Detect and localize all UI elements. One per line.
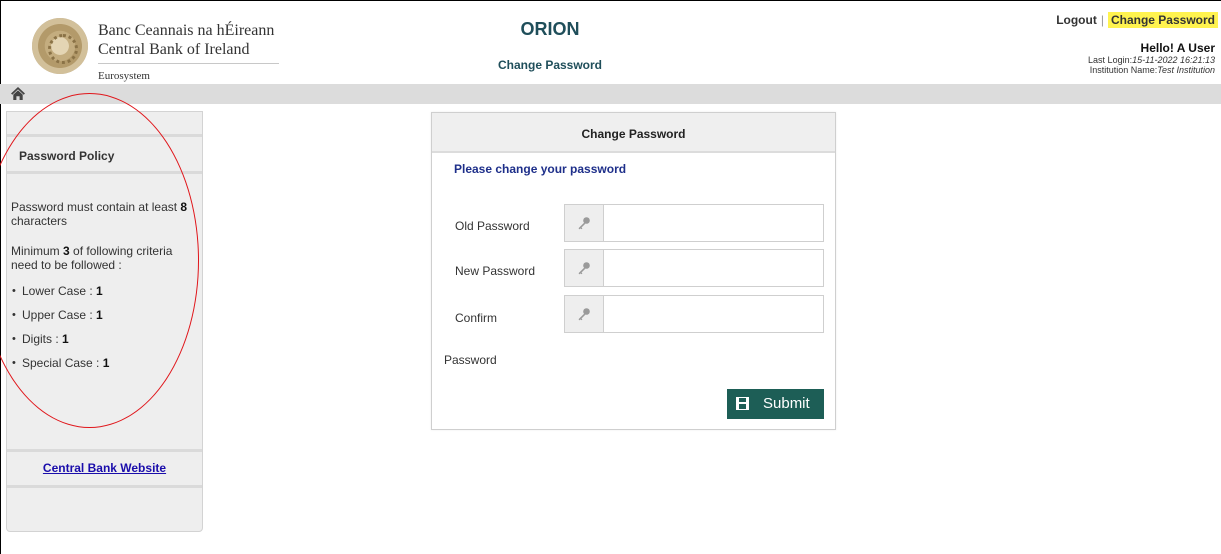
brand-name-english: Central Bank of Ireland: [98, 41, 250, 58]
user-links: Logout | Change Password: [1056, 12, 1218, 28]
key-icon-addon: [565, 250, 604, 286]
breadcrumb-bar: [0, 84, 1221, 104]
institution-label: Institution Name:: [1089, 65, 1158, 75]
criteria-prefix: Minimum: [11, 244, 64, 258]
password-policy-title: Password Policy: [19, 149, 115, 163]
criteria-label: Upper Case :: [22, 308, 97, 322]
submit-button[interactable]: Submit: [727, 389, 824, 419]
old-password-field: [564, 204, 824, 242]
new-password-field: [564, 249, 824, 287]
min-length-prefix: Password must contain at least: [11, 200, 181, 214]
sidebar-divider: [7, 449, 202, 452]
min-length-value: 8: [180, 200, 188, 214]
instruction-text: Please change your password: [454, 162, 627, 176]
app-title: ORION: [520, 19, 580, 39]
key-icon: [578, 217, 590, 230]
institution-value: Test Institution: [1157, 65, 1215, 75]
logout-link[interactable]: Logout: [1056, 13, 1097, 27]
sidebar-divider: [7, 485, 202, 488]
list-item: Digits : 1: [11, 332, 201, 356]
criteria-rule: Minimum 3 of following criteria need to …: [11, 244, 201, 272]
list-item: Special Case : 1: [11, 356, 201, 380]
confirm-password-field: [564, 295, 824, 333]
min-length-rule: Password must contain at least 8 charact…: [11, 200, 201, 228]
header: Banc Ceannais na hÉireann Central Bank o…: [0, 0, 1221, 84]
criteria-count: 1: [96, 308, 103, 322]
list-item: Upper Case : 1: [11, 308, 201, 332]
key-icon: [578, 308, 590, 321]
last-login-value: 15-11-2022 16:21:13: [1132, 55, 1215, 65]
change-password-panel: Change Password Please change your passw…: [431, 112, 836, 430]
criteria-count: 1: [62, 332, 69, 346]
confirm-password-label: Confirm: [455, 311, 498, 325]
criteria-label: Lower Case :: [22, 284, 97, 298]
user-greeting: Hello! A User: [1140, 41, 1215, 55]
min-length-suffix: characters: [11, 214, 68, 228]
session-info: Last Login:15-11-2022 16:21:13 Instituti…: [1088, 55, 1215, 75]
change-password-link[interactable]: Change Password: [1107, 12, 1218, 28]
criteria-count: 1: [96, 284, 103, 298]
old-password-label: Old Password: [455, 219, 530, 233]
key-icon-addon: [565, 296, 604, 332]
confirm-password-label-continued: Password: [444, 353, 497, 367]
criteria-list: Lower Case : 1 Upper Case : 1 Digits : 1…: [11, 284, 201, 380]
criteria-value: 3: [63, 244, 70, 258]
central-bank-website-link[interactable]: Central Bank Website: [7, 461, 202, 475]
password-policy-text: Password must contain at least 8 charact…: [11, 200, 201, 380]
sidebar-divider: [7, 171, 202, 174]
page-title: Change Password: [497, 58, 603, 72]
criteria-label: Digits :: [22, 332, 63, 346]
new-password-label: New Password: [455, 264, 536, 278]
confirm-password-input[interactable]: [605, 296, 823, 332]
submit-label: Submit: [763, 395, 810, 412]
panel-heading: Change Password: [432, 113, 835, 153]
key-icon-addon: [565, 205, 604, 241]
link-separator: |: [1100, 13, 1104, 27]
key-icon: [578, 262, 590, 275]
new-password-input[interactable]: [605, 250, 823, 286]
home-icon[interactable]: [10, 86, 26, 101]
old-password-input[interactable]: [605, 205, 823, 241]
list-item: Lower Case : 1: [11, 284, 201, 308]
save-icon: [736, 397, 749, 410]
sidebar: Password Policy Password must contain at…: [6, 111, 203, 532]
sidebar-divider: [7, 134, 202, 137]
last-login-label: Last Login:: [1088, 55, 1133, 65]
criteria-count: 1: [102, 356, 110, 370]
criteria-label: Special Case :: [22, 356, 103, 370]
